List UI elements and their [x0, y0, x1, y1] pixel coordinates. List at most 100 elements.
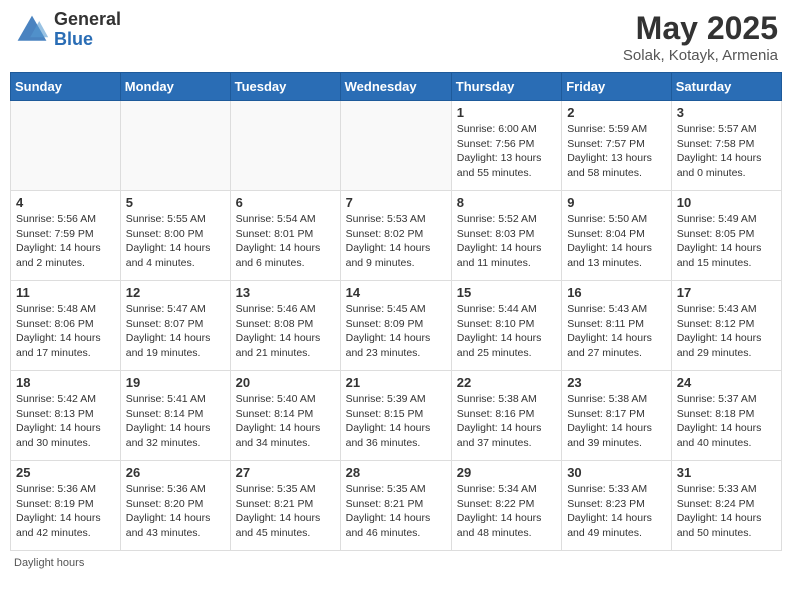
calendar-day-20: 20Sunrise: 5:40 AM Sunset: 8:14 PM Dayli… — [230, 371, 340, 461]
day-number: 16 — [567, 285, 666, 300]
calendar-day-19: 19Sunrise: 5:41 AM Sunset: 8:14 PM Dayli… — [120, 371, 230, 461]
calendar-day-30: 30Sunrise: 5:33 AM Sunset: 8:23 PM Dayli… — [562, 461, 672, 551]
day-number: 17 — [677, 285, 776, 300]
day-number: 2 — [567, 105, 666, 120]
day-info: Sunrise: 5:38 AM Sunset: 8:16 PM Dayligh… — [457, 392, 556, 451]
logo-icon — [14, 12, 50, 48]
day-number: 21 — [346, 375, 446, 390]
calendar-day-16: 16 Sunrise: 5:43 AM Sunset: 8:11 PM Dayli… — [562, 281, 672, 371]
calendar-dow-thursday: Thursday — [451, 73, 561, 101]
day-number: 11 — [16, 285, 115, 300]
calendar-day-21: 21 Sunrise: 5:39 AM Sunset: 8:15 PM Dayli… — [340, 371, 451, 461]
day-info: Sunrise: 5:43 AM Sunset: 8:11 PM Dayligh… — [567, 302, 666, 361]
calendar-day-15: 15 Sunrise: 5:44 AM Sunset: 8:10 PM Dayli… — [451, 281, 561, 371]
day-number: 12 — [126, 285, 225, 300]
day-info: Sunrise: 5:45 AM Sunset: 8:09 PM Dayligh… — [346, 302, 446, 361]
calendar-day-12: 12 Sunrise: 5:47 AM Sunset: 8:07 PM Dayli… — [120, 281, 230, 371]
calendar-day-10: 10 Sunrise: 5:49 AM Sunset: 8:05 PM Dayli… — [671, 191, 781, 281]
calendar-day-2: 2 Sunrise: 5:59 AM Sunset: 7:57 PM Daylig… — [562, 101, 672, 191]
calendar-day-25: 25 Sunrise: 5:36 AM Sunset: 8:19 PM Dayli… — [11, 461, 121, 551]
calendar-week-4: 18 Sunrise: 5:42 AM Sunset: 8:13 PM Dayli… — [11, 371, 782, 461]
day-number: 13 — [236, 285, 335, 300]
day-number: 3 — [677, 105, 776, 120]
day-info: Sunrise: 5:44 AM Sunset: 8:10 PM Dayligh… — [457, 302, 556, 361]
footer-note: Daylight hours — [10, 557, 782, 569]
calendar-table: SundayMondayTuesdayWednesdayThursdayFrid… — [10, 72, 782, 551]
day-info: Sunrise: 5:42 AM Sunset: 8:13 PM Dayligh… — [16, 392, 115, 451]
day-info: Sunrise: 5:57 AM Sunset: 7:58 PM Dayligh… — [677, 122, 776, 181]
day-info: Sunrise: 5:36 AM Sunset: 8:19 PM Dayligh… — [16, 482, 115, 541]
day-number: 1 — [457, 105, 556, 120]
day-info: Sunrise: 5:59 AM Sunset: 7:57 PM Dayligh… — [567, 122, 666, 181]
calendar-day-31: 31Sunrise: 5:33 AM Sunset: 8:24 PM Dayli… — [671, 461, 781, 551]
day-info: Sunrise: 5:36 AM Sunset: 8:20 PM Dayligh… — [126, 482, 225, 541]
logo-general-text: General — [54, 10, 121, 30]
day-number: 10 — [677, 195, 776, 210]
day-number: 25 — [16, 465, 115, 480]
calendar-day-23: 23 Sunrise: 5:38 AM Sunset: 8:17 PM Dayli… — [562, 371, 672, 461]
calendar-day-11: 11 Sunrise: 5:48 AM Sunset: 8:06 PM Dayli… — [11, 281, 121, 371]
day-number: 20 — [236, 375, 335, 390]
calendar-week-5: 25 Sunrise: 5:36 AM Sunset: 8:19 PM Dayli… — [11, 461, 782, 551]
calendar-day-22: 22 Sunrise: 5:38 AM Sunset: 8:16 PM Dayli… — [451, 371, 561, 461]
page-header: General Blue May 2025 Solak, Kotayk, Arm… — [10, 10, 782, 64]
calendar-day-3: 3 Sunrise: 5:57 AM Sunset: 7:58 PM Daylig… — [671, 101, 781, 191]
calendar-day-29: 29 Sunrise: 5:34 AM Sunset: 8:22 PM Dayli… — [451, 461, 561, 551]
calendar-day-13: 13 Sunrise: 5:46 AM Sunset: 8:08 PM Dayli… — [230, 281, 340, 371]
day-info: Sunrise: 5:47 AM Sunset: 8:07 PM Dayligh… — [126, 302, 225, 361]
day-number: 18 — [16, 375, 115, 390]
calendar-day-6: 6Sunrise: 5:54 AM Sunset: 8:01 PM Daylig… — [230, 191, 340, 281]
day-info: Sunrise: 5:48 AM Sunset: 8:06 PM Dayligh… — [16, 302, 115, 361]
calendar-day-empty — [11, 101, 121, 191]
day-number: 9 — [567, 195, 666, 210]
day-number: 31 — [677, 465, 776, 480]
day-number: 7 — [346, 195, 446, 210]
day-info: Sunrise: 5:55 AM Sunset: 8:00 PM Dayligh… — [126, 212, 225, 271]
calendar-week-3: 11 Sunrise: 5:48 AM Sunset: 8:06 PM Dayli… — [11, 281, 782, 371]
day-info: Sunrise: 5:52 AM Sunset: 8:03 PM Dayligh… — [457, 212, 556, 271]
calendar-dow-sunday: Sunday — [11, 73, 121, 101]
day-number: 23 — [567, 375, 666, 390]
day-info: Sunrise: 5:46 AM Sunset: 8:08 PM Dayligh… — [236, 302, 335, 361]
day-number: 19 — [126, 375, 225, 390]
day-info: Sunrise: 5:50 AM Sunset: 8:04 PM Dayligh… — [567, 212, 666, 271]
calendar-title: May 2025 — [623, 10, 778, 47]
calendar-day-4: 4 Sunrise: 5:56 AM Sunset: 7:59 PM Daylig… — [11, 191, 121, 281]
day-number: 27 — [236, 465, 335, 480]
day-number: 29 — [457, 465, 556, 480]
calendar-day-7: 7Sunrise: 5:53 AM Sunset: 8:02 PM Daylig… — [340, 191, 451, 281]
day-info: Sunrise: 5:37 AM Sunset: 8:18 PM Dayligh… — [677, 392, 776, 451]
logo-text: General Blue — [54, 10, 121, 50]
calendar-day-28: 28 Sunrise: 5:35 AM Sunset: 8:21 PM Dayli… — [340, 461, 451, 551]
calendar-day-17: 17 Sunrise: 5:43 AM Sunset: 8:12 PM Dayli… — [671, 281, 781, 371]
calendar-day-1: 1Sunrise: 6:00 AM Sunset: 7:56 PM Daylig… — [451, 101, 561, 191]
calendar-day-26: 26 Sunrise: 5:36 AM Sunset: 8:20 PM Dayli… — [120, 461, 230, 551]
day-number: 28 — [346, 465, 446, 480]
calendar-dow-tuesday: Tuesday — [230, 73, 340, 101]
day-number: 4 — [16, 195, 115, 210]
day-info: Sunrise: 5:38 AM Sunset: 8:17 PM Dayligh… — [567, 392, 666, 451]
logo-blue-text: Blue — [54, 30, 121, 50]
calendar-day-9: 9 Sunrise: 5:50 AM Sunset: 8:04 PM Daylig… — [562, 191, 672, 281]
calendar-day-8: 8 Sunrise: 5:52 AM Sunset: 8:03 PM Daylig… — [451, 191, 561, 281]
calendar-dow-friday: Friday — [562, 73, 672, 101]
day-info: Sunrise: 5:43 AM Sunset: 8:12 PM Dayligh… — [677, 302, 776, 361]
day-info: Sunrise: 5:49 AM Sunset: 8:05 PM Dayligh… — [677, 212, 776, 271]
title-block: May 2025 Solak, Kotayk, Armenia — [623, 10, 778, 64]
calendar-day-empty — [230, 101, 340, 191]
calendar-day-27: 27Sunrise: 5:35 AM Sunset: 8:21 PM Dayli… — [230, 461, 340, 551]
calendar-day-5: 5Sunrise: 5:55 AM Sunset: 8:00 PM Daylig… — [120, 191, 230, 281]
day-info: Sunrise: 5:33 AM Sunset: 8:23 PM Dayligh… — [567, 482, 666, 541]
day-info: Sunrise: 5:56 AM Sunset: 7:59 PM Dayligh… — [16, 212, 115, 271]
day-number: 22 — [457, 375, 556, 390]
day-info: Sunrise: 5:35 AM Sunset: 8:21 PM Dayligh… — [346, 482, 446, 541]
calendar-dow-saturday: Saturday — [671, 73, 781, 101]
day-number: 26 — [126, 465, 225, 480]
day-info: Sunrise: 5:54 AM Sunset: 8:01 PM Dayligh… — [236, 212, 335, 271]
day-number: 8 — [457, 195, 556, 210]
day-info: Sunrise: 5:34 AM Sunset: 8:22 PM Dayligh… — [457, 482, 556, 541]
day-number: 15 — [457, 285, 556, 300]
calendar-day-18: 18 Sunrise: 5:42 AM Sunset: 8:13 PM Dayli… — [11, 371, 121, 461]
calendar-day-empty — [340, 101, 451, 191]
day-info: Sunrise: 5:39 AM Sunset: 8:15 PM Dayligh… — [346, 392, 446, 451]
